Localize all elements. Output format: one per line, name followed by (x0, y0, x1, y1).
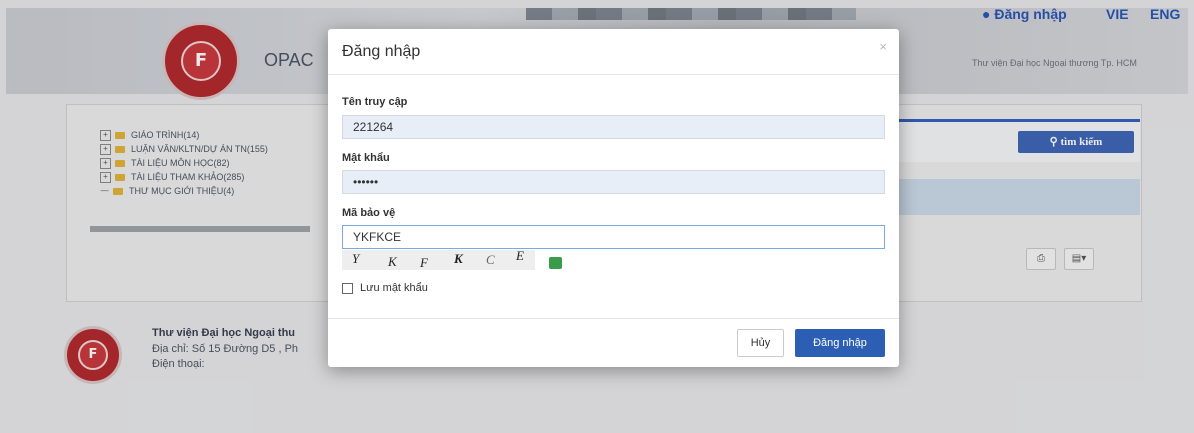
password-field[interactable]: •••••• (342, 170, 885, 194)
username-field[interactable]: 221264 (342, 115, 885, 139)
username-label: Tên truy cập (342, 96, 408, 108)
refresh-captcha-icon[interactable] (549, 257, 562, 269)
modal-footer-divider (328, 318, 899, 319)
login-button[interactable]: Đăng nhập (795, 329, 885, 357)
captcha-char: Y (352, 251, 360, 266)
captcha-char: C (486, 252, 495, 267)
login-modal: Đăng nhập × Tên truy cập 221264 Mật khẩu… (328, 29, 899, 367)
checkbox-icon[interactable] (342, 282, 353, 294)
captcha-char: K (454, 251, 463, 266)
modal-title: Đăng nhập (342, 43, 421, 60)
captcha-field[interactable]: YKFKCE (342, 225, 885, 249)
captcha-image: Y K F K C E (342, 248, 535, 270)
remember-password-checkbox[interactable]: Lưu mật khẩu (342, 282, 428, 294)
captcha-label: Mã bảo vệ (342, 207, 396, 219)
close-icon[interactable]: × (879, 39, 887, 54)
captcha-char: K (388, 254, 397, 269)
password-label: Mật khẩu (342, 152, 390, 164)
captcha-char: E (516, 248, 524, 263)
modal-header: Đăng nhập × (328, 29, 899, 75)
captcha-char: F (420, 255, 428, 270)
cancel-button[interactable]: Hủy (737, 329, 784, 357)
